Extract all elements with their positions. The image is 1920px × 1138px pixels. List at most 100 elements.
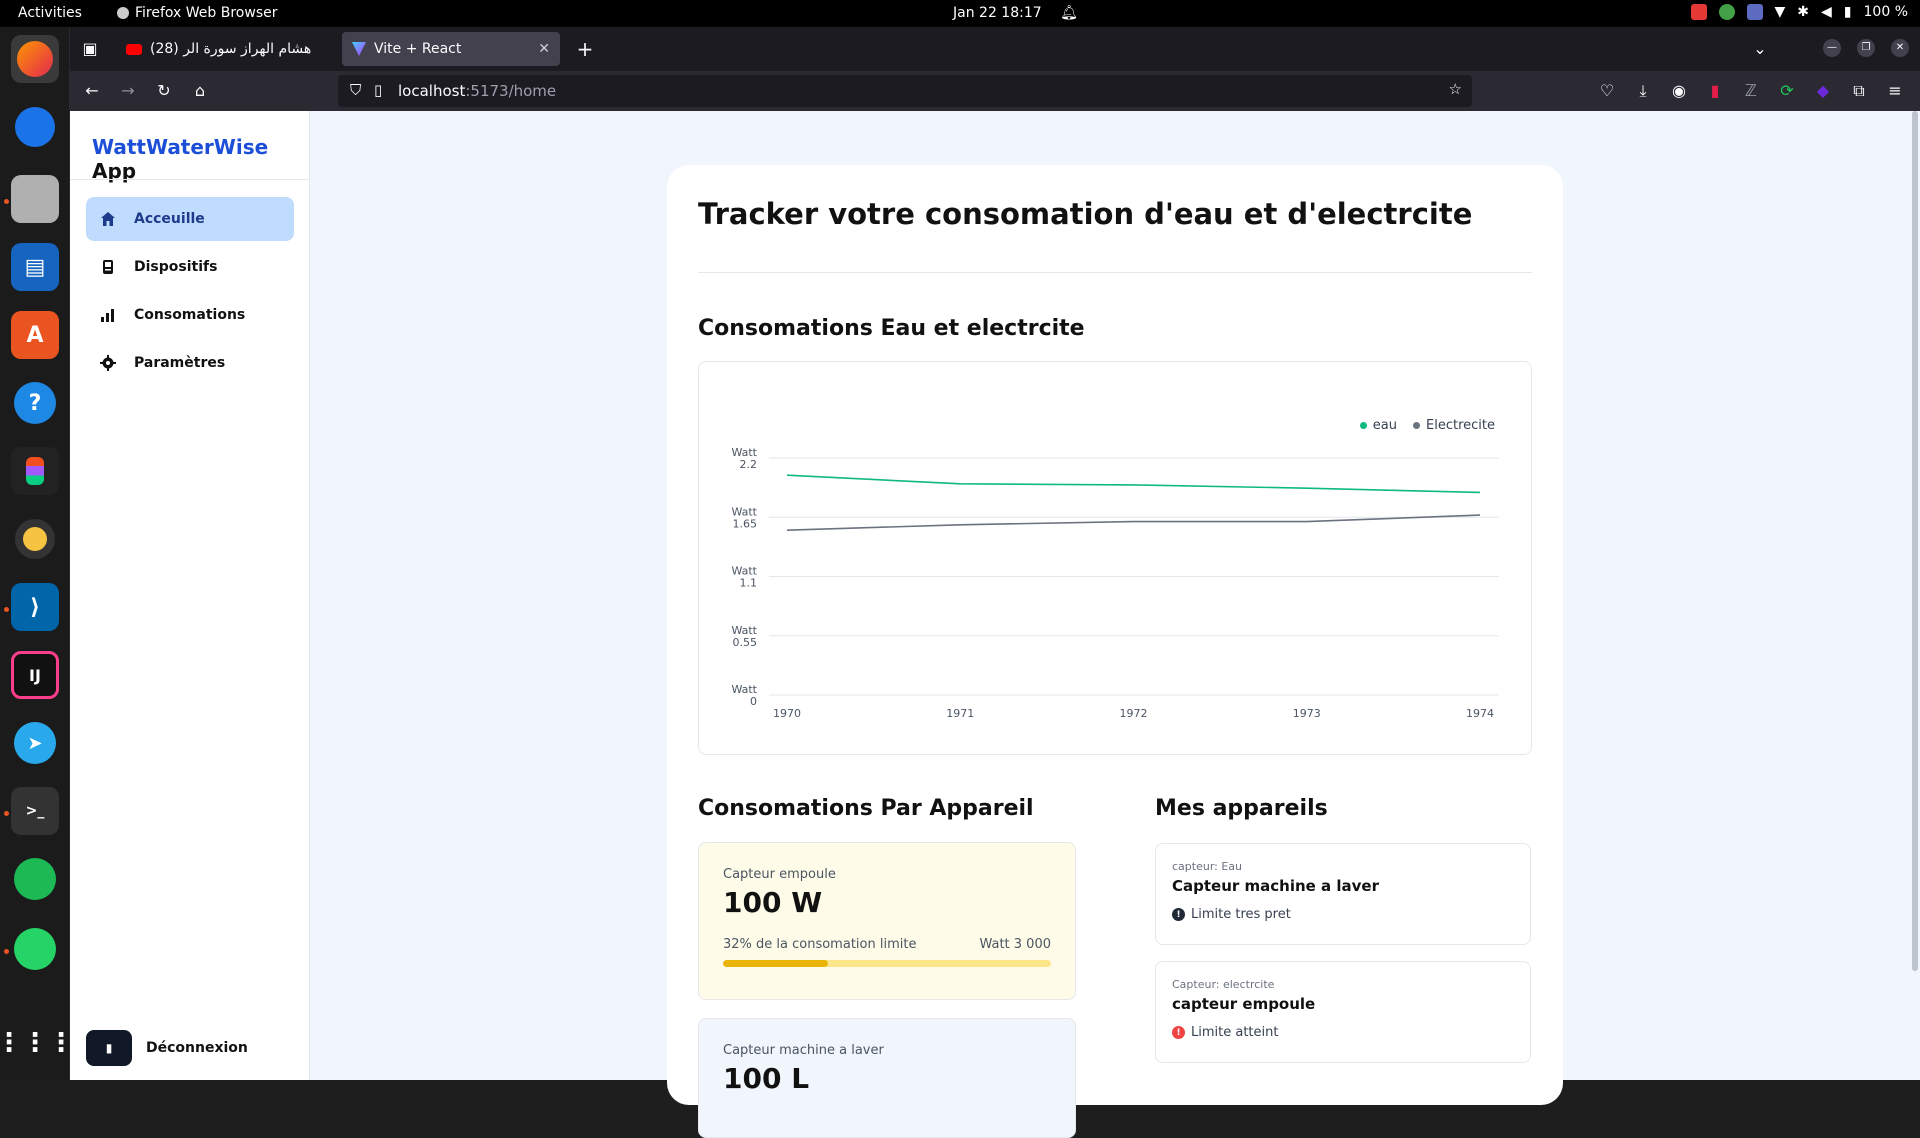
record-icon[interactable] [1690, 4, 1707, 20]
clock[interactable]: Jan 22 18:17 🔔︎ [953, 5, 1078, 21]
bell-icon: 🔔︎ [1060, 5, 1078, 21]
telegram-dock-icon[interactable]: ➤ [11, 719, 59, 767]
device-card[interactable]: Capteur: electrcite capteur empoule ! Lim… [1155, 961, 1531, 1063]
x-tick-label: 1974 [1466, 707, 1494, 720]
dock: ▤ A ? ⟩ IJ ➤ >_ ⋮⋮⋮ [0, 27, 74, 1080]
consumption-chart: eau Electrecite Watt 2.2 Watt 1.65 Watt 1.1 Wa… [698, 361, 1532, 755]
device-status-text: Limite tres pret [1191, 907, 1291, 922]
app-logo[interactable]: WattWaterWise App [92, 135, 309, 183]
bookmark-star-icon[interactable]: ☆ [1449, 80, 1462, 98]
list-tabs-icon[interactable]: ⌄ [1750, 39, 1770, 58]
bluetooth-tray-icon[interactable] [1746, 4, 1763, 20]
forward-icon[interactable]: → [118, 81, 138, 100]
battery-icon[interactable]: ▮ [1844, 4, 1852, 20]
home-icon [100, 211, 116, 227]
extension-grey-icon[interactable]: ℤ [1741, 81, 1761, 100]
x-tick-label: 1970 [773, 707, 801, 720]
downloads-icon[interactable]: ⤓ [1633, 81, 1653, 101]
usage-card-label: Capteur machine a laver [723, 1043, 884, 1058]
sidebar: WattWaterWise App Acceuille Dispositifs … [70, 111, 310, 1080]
url-bar[interactable]: ⛉ ▯ localhost:5173/home ☆ [338, 75, 1472, 107]
info-icon: ! [1172, 908, 1185, 921]
usage-card[interactable]: Capteur machine a laver 100 L [698, 1018, 1076, 1138]
series-line-eau [786, 474, 1481, 494]
app-center-dock-icon[interactable]: A [11, 311, 59, 359]
bar-chart-icon [100, 307, 116, 323]
x-tick-label: 1971 [946, 707, 974, 720]
battery-level: 100 % [1863, 4, 1908, 20]
help-dock-icon[interactable]: ? [11, 379, 59, 427]
check-icon[interactable] [1718, 4, 1735, 20]
device-status: ! Limite tres pret [1172, 907, 1514, 922]
close-window-icon[interactable]: ✕ [1891, 39, 1909, 57]
close-tab-icon[interactable]: ✕ [538, 41, 550, 57]
firefox-dock-icon[interactable] [11, 35, 59, 83]
writer-dock-icon[interactable]: ▤ [11, 243, 59, 291]
device-card[interactable]: capteur: Eau Capteur machine a laver ! Li… [1155, 843, 1531, 945]
figma-dock-icon[interactable] [11, 447, 59, 495]
reload-icon[interactable]: ↻ [154, 81, 174, 100]
main-card: Tracker votre consomation d'eau et d'ele… [667, 165, 1563, 1138]
minimize-icon[interactable]: — [1823, 39, 1841, 57]
extensions-icon[interactable]: ⧉ [1849, 81, 1869, 101]
rhythmbox-dock-icon[interactable] [11, 515, 59, 563]
y-tick-label: 0.55 [733, 636, 758, 649]
logout-button[interactable]: ▮ Déconnexion [86, 1030, 248, 1066]
bluetooth-icon[interactable]: ✱ [1797, 4, 1809, 20]
account-icon[interactable]: ◉ [1669, 81, 1689, 100]
sidebar-item-acceuille[interactable]: Acceuille [86, 197, 294, 241]
running-indicator [4, 949, 9, 954]
intellij-dock-icon[interactable]: IJ [11, 651, 59, 699]
usage-card-label: Capteur empoule [723, 867, 836, 882]
alert-icon: ! [1172, 1026, 1185, 1039]
files-dock-icon[interactable] [11, 175, 59, 223]
x-tick-label: 1972 [1120, 707, 1148, 720]
device-type: capteur: Eau [1172, 860, 1243, 873]
usage-percent-text: 32% de la consomation limite [723, 937, 917, 952]
pocket-icon[interactable]: ♡ [1597, 81, 1617, 100]
tab-vite-react[interactable]: Vite + React ✕ [342, 32, 560, 66]
divider [70, 179, 310, 180]
spotify-dock-icon[interactable] [11, 855, 59, 903]
maximize-icon[interactable]: ❐ [1857, 39, 1875, 57]
my-devices-heading: Mes appareils [1155, 796, 1328, 821]
sidebar-item-dispositifs[interactable]: Dispositifs [86, 245, 294, 289]
usage-card-value: 100 L [723, 1062, 810, 1095]
activities-button[interactable]: Activities [18, 5, 82, 21]
whatsapp-dock-icon[interactable] [11, 925, 59, 973]
extension-purple-icon[interactable]: ◆ [1813, 81, 1833, 100]
extension-green-icon[interactable]: ⟳ [1777, 81, 1797, 100]
new-tab-icon[interactable]: + [575, 37, 595, 61]
url-host: localhost [398, 82, 466, 100]
tab-label: Vite + React [374, 41, 462, 57]
system-top-bar: Activities Firefox Web Browser Jan 22 18… [0, 0, 1920, 27]
y-tick-label: 2.2 [740, 458, 758, 471]
system-tray[interactable]: ▼ ✱ ◀ ▮ 100 % [1690, 4, 1908, 20]
show-apps-icon[interactable]: ⋮⋮⋮ [0, 1019, 74, 1067]
page-scrollbar[interactable] [1912, 111, 1918, 971]
back-icon[interactable]: ← [82, 81, 102, 100]
active-app-indicator[interactable]: Firefox Web Browser [117, 5, 278, 21]
brand-name: WattWaterWise [92, 135, 269, 159]
tab-overview-icon[interactable]: ▣ [80, 39, 100, 58]
terminal-dock-icon[interactable]: >_ [11, 787, 59, 835]
extension-red-icon[interactable]: ▮ [1705, 81, 1725, 100]
thunderbird-dock-icon[interactable] [11, 103, 59, 151]
browser-window: ▣ (28) هشام الهراز سورة الر ✕ Vite + Rea… [70, 27, 1920, 1138]
usage-progress-fill [723, 960, 828, 967]
chart-svg: Watt2.2Watt1.65Watt1.1Watt0.55Watt01970 1… [731, 446, 1499, 720]
tab-bar: ▣ (28) هشام الهراز سورة الر ✕ Vite + Rea… [70, 27, 1920, 71]
device-name: capteur empoule [1172, 995, 1316, 1013]
page-viewport: WattWaterWise App Acceuille Dispositifs … [70, 111, 1920, 1138]
sidebar-item-label: Consomations [134, 307, 246, 323]
shield-icon[interactable]: ⛉ [350, 81, 361, 99]
usage-card-row: 32% de la consomation limite Watt 3 000 [723, 937, 1051, 952]
vscode-dock-icon[interactable]: ⟩ [11, 583, 59, 631]
usage-card[interactable]: Capteur empoule 100 W 32% de la consomat… [698, 842, 1076, 1000]
wifi-icon[interactable]: ▼ [1775, 4, 1786, 20]
sidebar-item-parametres[interactable]: Paramètres [86, 341, 294, 385]
volume-icon[interactable]: ◀ [1821, 4, 1832, 20]
menu-icon[interactable]: ≡ [1885, 81, 1905, 100]
home-button-icon[interactable]: ⌂ [190, 81, 210, 100]
sidebar-item-consomations[interactable]: Consomations [86, 293, 294, 337]
